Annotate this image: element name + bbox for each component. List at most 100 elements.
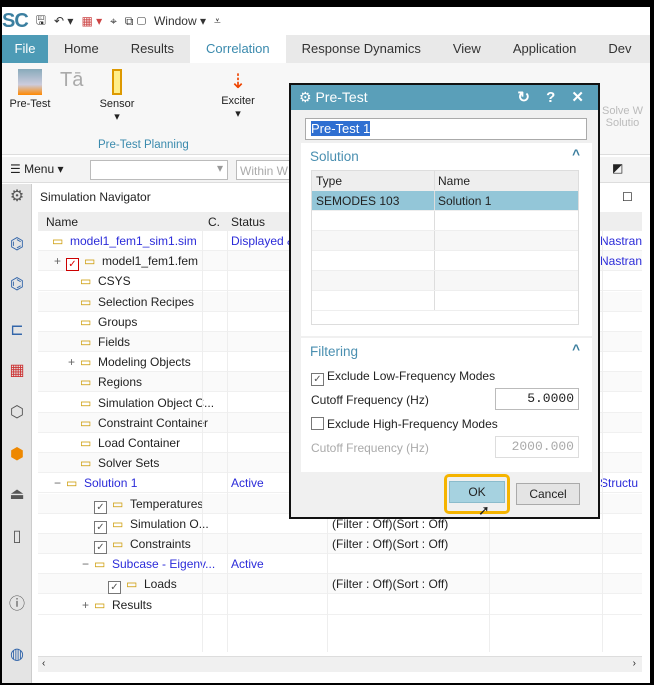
expand-toggle[interactable]: + [68,352,75,372]
pretest-name-input[interactable]: Pre-Test 1 [305,118,587,140]
dialog-controls[interactable]: ↻ ? ✕ [517,85,590,110]
column-divider [602,212,603,652]
node-icon: ▭ [80,456,92,471]
tool-icon[interactable]: ▦ ▾ [81,14,102,28]
node-status: (Filter : Off)(Sort : Off) [332,537,449,551]
tab-application[interactable]: Application [497,35,593,63]
column-status[interactable]: Status [231,215,265,229]
post-navigator-icon[interactable]: ⌬ [6,274,28,296]
info-icon[interactable]: ⓘ [6,590,28,613]
tab-file[interactable]: File [2,35,48,63]
column-c[interactable]: C. [208,215,220,229]
results-icon[interactable]: ▦ [6,360,28,382]
node-icon: ▭ [94,557,106,572]
expand-toggle[interactable]: + [54,251,61,271]
sensor-button[interactable]: Sensor ▾ [94,69,140,123]
expand-toggle[interactable]: − [54,473,61,493]
tree-node[interactable]: + ▭ Results [38,595,642,615]
graph-icon[interactable]: ⊏ [6,320,28,342]
node-icon: ▭ [80,294,92,309]
pretest-icon [18,69,42,95]
type-filter-dropdown[interactable]: ▾ [90,160,228,180]
display-icon[interactable]: ◩ [612,161,623,175]
role-icon[interactable]: ⏏ [6,484,28,506]
expand-toggle[interactable]: − [82,554,89,574]
web-icon[interactable]: ◍ [6,644,28,666]
tab-dev[interactable]: Dev [592,35,647,63]
checkbox-checked-red[interactable]: ✓ [66,251,82,272]
filtering-header[interactable]: Filtering ^ [301,338,592,365]
node-label: Solution 1 [84,476,138,491]
app-logo: SC [2,9,29,32]
text-icon[interactable]: Tā [60,69,83,92]
assembly-icon[interactable]: ⬢ [6,444,28,466]
tab-home[interactable]: Home [48,35,115,63]
undo-icon[interactable]: ↶ ▾ [54,14,73,28]
simulation-navigator-icon[interactable]: ⌬ [6,234,28,256]
node-icon: ▭ [84,254,96,269]
checkbox-checked[interactable]: ✓ [108,574,124,595]
collapse-icon[interactable]: ^ [572,147,580,162]
checkbox-checked[interactable]: ✓ [311,373,324,386]
ok-button[interactable]: OK [449,481,505,503]
dialog-title-bar: ⚙ Pre-Test ↻ ? ✕ [291,85,598,110]
checkbox-unchecked[interactable] [311,417,324,430]
node-label: Modeling Objects [98,355,191,370]
tab-response-dynamics[interactable]: Response Dynamics [286,35,437,63]
column-divider [202,212,203,652]
checkbox-checked[interactable]: ✓ [94,514,110,534]
scope-dropdown[interactable]: Within W [236,160,296,180]
exclude-low-checkbox[interactable]: ✓ Exclude Low-Frequency Modes [311,369,495,386]
cancel-button[interactable]: Cancel [516,483,580,505]
customize-icon[interactable]: ⩡ [214,14,221,29]
node-icon: ▭ [112,516,124,531]
tree-node[interactable]: ✓ ▭ Loads (Filter : Off)(Sort : Off) [38,574,642,595]
expand-toggle[interactable]: + [82,595,89,615]
touch-icon[interactable]: ⌖ [110,14,117,29]
pretest-button[interactable]: Pre-Test [8,69,52,110]
book-icon[interactable]: ▯ [6,526,28,548]
checkbox-checked[interactable]: ✓ [94,534,110,554]
exclude-high-checkbox[interactable]: Exclude High-Frequency Modes [311,417,498,431]
maximize-icon[interactable]: ☐ [622,190,633,204]
tree-node[interactable]: − ▭ Subcase - Eigenv... Active [38,554,642,575]
tab-results[interactable]: Results [115,35,190,63]
node-icon: ▭ [80,436,92,450]
window-menu[interactable]: Window ▾ [154,14,206,28]
node-label: Simulation Object C... [98,395,215,410]
solve-button[interactable]: Solve W Solutio [602,105,643,129]
node-icon: ▭ [80,415,92,430]
node-status: (Filter : Off)(Sort : Off) [332,577,449,592]
solution-header[interactable]: Solution ^ [301,143,592,170]
part-icon[interactable]: ⬡ [6,402,28,424]
exciter-button[interactable]: ⇣ Exciter ▾ [216,69,260,120]
node-icon: ▭ [80,335,92,349]
node-label: model1_fem1_sim1.sim [70,234,197,248]
column-name[interactable]: Name [46,215,78,229]
scroll-right-icon[interactable]: › [633,658,636,669]
save-icon[interactable]: 🖫 [36,11,46,32]
menu-button[interactable]: ☰ Menu ▾ [10,162,63,176]
node-label: Subcase - Eigenv... [112,557,216,572]
table-row[interactable]: SEMODES 103 Solution 1 [312,191,578,211]
horizontal-scrollbar[interactable]: ‹ › [38,656,642,672]
cutoff-low-input[interactable]: 5.0000 [495,388,579,410]
solution-section: Solution ^ Type Name SEMODES 103 Solution 1 [301,143,592,336]
tab-view[interactable]: View [437,35,497,63]
cutoff-high-input[interactable]: 2000.000 [495,436,579,458]
quick-access-toolbar: SC 🖫 ↶ ▾ ▦ ▾ ⌖ ⧉ ▢ Window ▾ ⩡ [2,7,650,35]
checkbox-checked[interactable]: ✓ [94,494,110,514]
node-status: Displayed & [231,234,296,248]
node-label: model1_fem1.fem [102,254,199,269]
tab-correlation[interactable]: Correlation [190,35,286,63]
node-icon: ▭ [80,395,92,410]
scroll-left-icon[interactable]: ‹ [42,658,45,669]
node-label: CSYS [98,274,131,289]
tree-node[interactable]: ✓ ▭ Constraints (Filter : Off)(Sort : Off) [38,534,642,554]
window-icon[interactable]: ⧉ ▢ [125,14,146,29]
node-status: Active [231,557,264,572]
node-label: Constraints [130,537,191,551]
collapse-icon[interactable]: ^ [572,342,580,357]
node-icon: ▭ [66,476,78,491]
settings-icon[interactable]: ⚙ [6,186,28,208]
